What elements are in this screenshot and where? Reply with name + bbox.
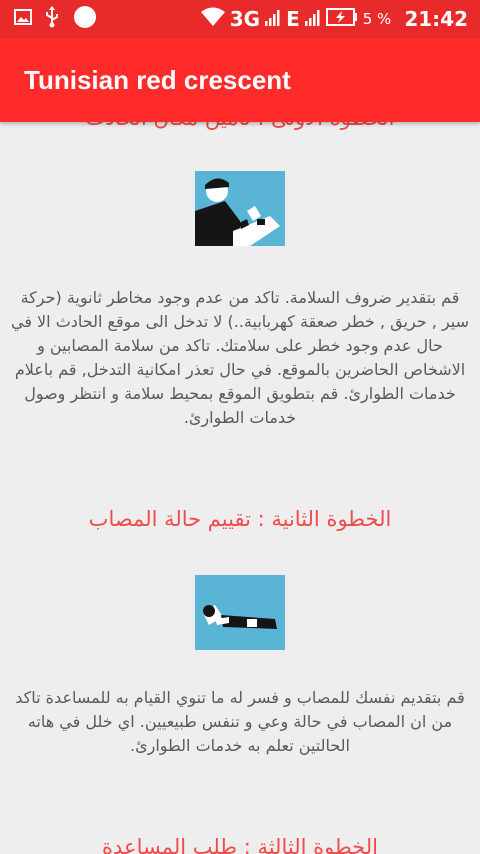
network-type-label: 3G <box>229 7 261 31</box>
signal-icon <box>265 8 281 30</box>
person-checking-victim-image <box>195 171 285 246</box>
step-2-heading: الخطوة الثانية : تقييم حالة المصاب <box>88 507 392 531</box>
step-2-text: قم بتقديم نفسك للمصاب و فسر له ما تنوي ا… <box>15 688 465 755</box>
app-title: Tunisian red crescent <box>24 64 291 95</box>
clock: 21:42 <box>404 7 468 31</box>
app-bar: Tunisian red crescent <box>0 38 480 122</box>
step-1-text: قم بتقدير ضروف السلامة. تاكد من عدم وجود… <box>10 288 469 427</box>
image-icon <box>14 8 32 30</box>
step-3-heading: الخطوة الثالثة : طلب المساعدة <box>102 835 378 854</box>
network-type-label-2: E <box>286 7 300 31</box>
signal-icon <box>304 8 321 30</box>
battery-charging-icon <box>325 8 358 30</box>
usb-icon <box>44 6 60 32</box>
wifi-icon <box>200 7 225 31</box>
circle-icon <box>72 4 98 34</box>
step-1-heading: الخطوة الأولى : تأمين مكان الحادث <box>0 122 480 130</box>
status-bar: 3G E 5 % 21:42 <box>0 0 480 38</box>
scroll-content[interactable]: الخطوة الأولى : تأمين مكان الحادث قم بتق… <box>0 122 480 854</box>
person-lying-down-image <box>195 575 285 650</box>
battery-percent: 5 % <box>362 10 392 28</box>
